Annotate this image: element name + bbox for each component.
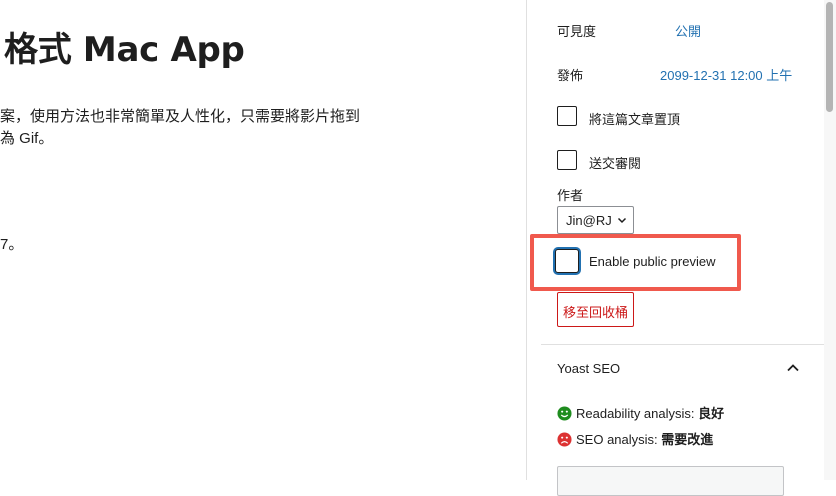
- publish-date-toggle[interactable]: 2099-12-31 12:00 上午: [660, 65, 792, 84]
- sticky-label[interactable]: 將這篇文章置頂: [589, 109, 680, 128]
- smiley-good-icon: [557, 406, 572, 421]
- panel-divider: [541, 344, 824, 345]
- paragraph-line[interactable]: 案，使用方法也非常簡單及人性化，只需要將影片拖到: [0, 106, 360, 128]
- yoast-panel-title[interactable]: Yoast SEO: [557, 361, 620, 376]
- editor-canvas[interactable]: 格式 Mac App 案，使用方法也非常簡單及人性化，只需要將影片拖到 為 Gi…: [0, 0, 526, 480]
- pending-review-checkbox[interactable]: [557, 150, 577, 170]
- smiley-bad-icon: [557, 432, 572, 447]
- visibility-toggle[interactable]: 公開: [675, 21, 701, 40]
- author-label: 作者: [557, 188, 584, 203]
- seo-value: 需要改進: [661, 432, 714, 447]
- visibility-label: 可見度: [557, 24, 597, 39]
- readability-analysis[interactable]: Readability analysis: 良好: [557, 403, 724, 422]
- sticky-checkbox[interactable]: [557, 106, 577, 126]
- readability-value: 良好: [698, 406, 725, 421]
- paragraph-line[interactable]: 7。: [0, 234, 23, 256]
- publish-label: 發佈: [557, 68, 584, 83]
- readability-label: Readability analysis:: [576, 406, 699, 421]
- author-select[interactable]: Jin@RJ: [557, 206, 634, 234]
- move-to-trash-button[interactable]: 移至回收桶: [557, 292, 634, 327]
- scrollbar-thumb[interactable]: [826, 2, 833, 112]
- post-title[interactable]: 格式 Mac App: [4, 22, 245, 71]
- author-select-value: Jin@RJ: [566, 213, 612, 228]
- chevron-up-icon[interactable]: [786, 361, 800, 375]
- seo-label: SEO analysis:: [576, 432, 662, 447]
- public-preview-checkbox[interactable]: [555, 249, 579, 273]
- seo-analysis[interactable]: SEO analysis: 需要改進: [557, 429, 713, 448]
- chevron-down-icon: [617, 217, 627, 224]
- scrollbar[interactable]: [824, 0, 836, 480]
- yoast-improve-button[interactable]: [557, 466, 784, 496]
- pending-review-label[interactable]: 送交審閱: [589, 153, 641, 172]
- paragraph-line[interactable]: 為 Gif。: [0, 128, 53, 150]
- public-preview-label[interactable]: Enable public preview: [589, 254, 715, 269]
